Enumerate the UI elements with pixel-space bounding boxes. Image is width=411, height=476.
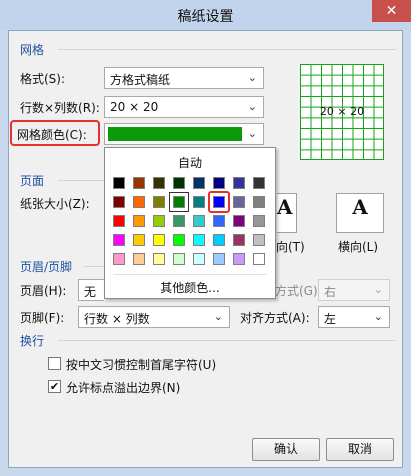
footer-align-select[interactable]: 左 ⌄ xyxy=(318,306,390,328)
color-swatch[interactable] xyxy=(253,196,265,208)
color-swatch[interactable] xyxy=(253,234,265,246)
format-value: 方格式稿纸 xyxy=(110,73,171,87)
color-swatch[interactable] xyxy=(113,234,125,246)
window-title: 稿纸设置 xyxy=(177,9,234,25)
color-swatch[interactable] xyxy=(193,177,205,189)
color-swatch[interactable] xyxy=(233,234,245,246)
close-button[interactable]: ✕ xyxy=(372,0,411,22)
color-swatch[interactable] xyxy=(193,253,205,265)
chevron-down-icon: ⌄ xyxy=(373,283,383,296)
format-label: 格式(S): xyxy=(20,72,66,86)
grid-color-label: 网格颜色(C): xyxy=(17,128,87,142)
color-swatch[interactable] xyxy=(113,253,125,265)
cancel-button[interactable]: 取消 xyxy=(326,438,394,461)
rowcol-label: 行数×列数(R): xyxy=(20,101,100,115)
palette-more-colors[interactable]: 其他颜色... xyxy=(105,279,275,296)
header-label: 页眉(H): xyxy=(20,284,67,298)
footer-label: 页脚(F): xyxy=(20,311,65,325)
paper-size-label: 纸张大小(Z): xyxy=(20,197,90,211)
color-swatch[interactable] xyxy=(193,215,205,227)
color-swatch[interactable] xyxy=(233,253,245,265)
grid-preview: 20 × 20 xyxy=(300,64,384,160)
option-cjk-control-label: 按中文习惯控制首尾字符(U) xyxy=(66,358,217,372)
chevron-down-icon: ⌄ xyxy=(373,310,383,323)
portrait-label: 向(T) xyxy=(276,240,305,254)
color-swatch[interactable] xyxy=(153,215,165,227)
color-swatch[interactable] xyxy=(133,177,145,189)
color-swatch[interactable] xyxy=(113,196,125,208)
page-section-divider xyxy=(58,180,104,181)
format-select[interactable]: 方格式稿纸 ⌄ xyxy=(104,67,264,89)
selected-swatch-frame xyxy=(169,192,189,212)
landscape-icon: A xyxy=(352,195,368,219)
grid-preview-label: 20 × 20 xyxy=(319,105,365,118)
chevron-down-icon: ⌄ xyxy=(247,127,257,140)
footer-value: 行数 × 列数 xyxy=(84,312,150,326)
color-swatch[interactable] xyxy=(233,177,245,189)
chevron-down-icon: ⌄ xyxy=(213,310,223,323)
color-swatch[interactable] xyxy=(213,234,225,246)
grid-section-divider xyxy=(58,49,396,50)
chevron-down-icon: ⌄ xyxy=(247,71,257,84)
wrap-section-title: 换行 xyxy=(20,334,45,348)
header-align-value: 右 xyxy=(324,285,337,299)
color-swatch[interactable] xyxy=(133,215,145,227)
highlighted-swatch-frame xyxy=(208,191,230,213)
color-palette-popup: 自动 其他颜色... xyxy=(104,147,276,299)
color-swatch[interactable] xyxy=(193,196,205,208)
footer-align-label: 对齐方式(A): xyxy=(240,311,310,325)
color-swatch[interactable] xyxy=(193,234,205,246)
rowcol-select[interactable]: 20 × 20 ⌄ xyxy=(104,96,264,118)
footer-align-value: 左 xyxy=(324,312,337,326)
option-cjk-control-checkbox[interactable] xyxy=(48,357,61,370)
color-swatch[interactable] xyxy=(173,253,185,265)
color-swatch[interactable] xyxy=(113,215,125,227)
rowcol-value: 20 × 20 xyxy=(110,100,159,114)
color-swatch[interactable] xyxy=(173,215,185,227)
color-swatch[interactable] xyxy=(153,234,165,246)
color-swatch[interactable] xyxy=(253,177,265,189)
grid-color-swatch xyxy=(108,127,242,141)
footer-select[interactable]: 行数 × 列数 ⌄ xyxy=(78,306,230,328)
landscape-label: 横向(L) xyxy=(338,240,379,254)
color-swatch[interactable] xyxy=(253,253,265,265)
option-punct-overflow-checkbox[interactable]: ✔ xyxy=(48,380,61,393)
color-swatch[interactable] xyxy=(133,253,145,265)
ok-button[interactable]: 确认 xyxy=(252,438,320,461)
color-swatch[interactable] xyxy=(233,215,245,227)
grid-section-title: 网格 xyxy=(20,43,45,57)
color-swatch[interactable] xyxy=(173,177,185,189)
header-align-select: 右 ⌄ xyxy=(318,279,390,301)
color-swatch[interactable] xyxy=(113,177,125,189)
color-swatch[interactable] xyxy=(153,253,165,265)
color-swatch[interactable] xyxy=(213,215,225,227)
color-swatch[interactable] xyxy=(253,215,265,227)
header-section-divider xyxy=(84,266,104,267)
portrait-option[interactable]: A xyxy=(277,193,297,233)
header-section-title: 页眉/页脚 xyxy=(20,260,73,274)
landscape-option[interactable]: A xyxy=(336,193,384,233)
option-punct-overflow-label: 允许标点溢出边界(N) xyxy=(66,381,181,395)
color-swatch[interactable] xyxy=(153,196,165,208)
grid-color-select[interactable]: ⌄ xyxy=(104,123,264,145)
color-swatch[interactable] xyxy=(153,177,165,189)
header-select[interactable]: 无 xyxy=(78,279,104,301)
color-swatch[interactable] xyxy=(233,196,245,208)
header-align-label: 方式(G): xyxy=(275,284,322,298)
wrap-section-divider xyxy=(58,340,396,341)
page-section-title: 页面 xyxy=(20,174,45,188)
color-swatch[interactable] xyxy=(213,253,225,265)
color-swatch[interactable] xyxy=(173,234,185,246)
portrait-icon: A xyxy=(277,195,293,219)
color-swatch[interactable] xyxy=(133,196,145,208)
color-swatch[interactable] xyxy=(213,177,225,189)
header-value: 无 xyxy=(84,285,97,299)
color-swatch[interactable] xyxy=(133,234,145,246)
palette-swatch-grid xyxy=(105,148,275,298)
chevron-down-icon: ⌄ xyxy=(247,100,257,113)
palette-divider xyxy=(113,274,267,275)
